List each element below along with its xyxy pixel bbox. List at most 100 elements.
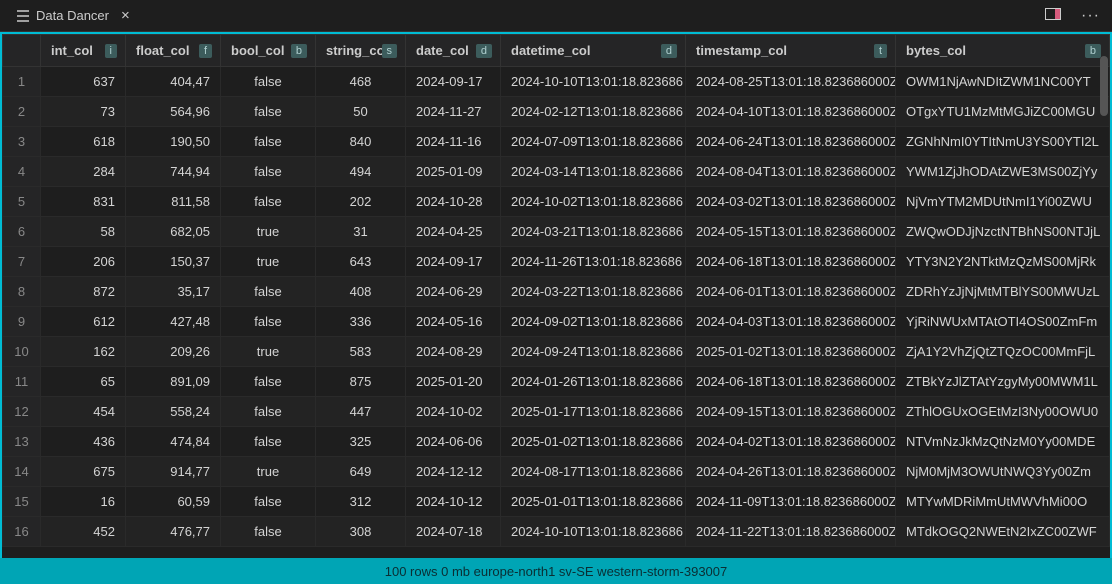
cell-bytes_col[interactable]: YjRiNWUxMTAtOTI4OS00ZmFm	[896, 307, 1110, 337]
cell-bytes_col[interactable]: ZDRhYzJjNjMtMTBlYS00MWUzL	[896, 277, 1110, 307]
cell-int_col[interactable]: 452	[41, 517, 126, 547]
cell-datetime_col[interactable]: 2024-03-21T13:01:18.823686	[501, 217, 686, 247]
cell-bytes_col[interactable]: NTVmNzJkMzQtNzM0Yy00MDE	[896, 427, 1110, 457]
more-icon[interactable]: ···	[1077, 5, 1104, 27]
cell-string_col[interactable]: 31	[316, 217, 406, 247]
cell-string_col[interactable]: 468	[316, 67, 406, 97]
column-header-float_col[interactable]: float_colf	[126, 35, 221, 67]
cell-datetime_col[interactable]: 2024-08-17T13:01:18.823686	[501, 457, 686, 487]
cell-bool_col[interactable]: true	[221, 217, 316, 247]
column-header-bool_col[interactable]: bool_colb	[221, 35, 316, 67]
column-header-date_col[interactable]: date_cold	[406, 35, 501, 67]
cell-date_col[interactable]: 2024-09-17	[406, 67, 501, 97]
cell-float_col[interactable]: 209,26	[126, 337, 221, 367]
cell-datetime_col[interactable]: 2024-09-24T13:01:18.823686	[501, 337, 686, 367]
cell-date_col[interactable]: 2024-05-16	[406, 307, 501, 337]
cell-bytes_col[interactable]: OTgxYTU1MzMtMGJiZC00MGU	[896, 97, 1110, 127]
table-row[interactable]: 273564,96false502024-11-272024-02-12T13:…	[3, 97, 1110, 127]
cell-timestamp_col[interactable]: 2024-06-18T13:01:18.823686000Z	[686, 247, 896, 277]
table-row[interactable]: 3618190,50false8402024-11-162024-07-09T1…	[3, 127, 1110, 157]
cell-bool_col[interactable]: false	[221, 157, 316, 187]
cell-datetime_col[interactable]: 2025-01-17T13:01:18.823686	[501, 397, 686, 427]
cell-bool_col[interactable]: false	[221, 307, 316, 337]
cell-bytes_col[interactable]: NjM0MjM3OWUtNWQ3Yy00Zm	[896, 457, 1110, 487]
cell-timestamp_col[interactable]: 2024-08-25T13:01:18.823686000Z	[686, 67, 896, 97]
column-header-bytes_col[interactable]: bytes_colb	[896, 35, 1110, 67]
cell-string_col[interactable]: 583	[316, 337, 406, 367]
cell-datetime_col[interactable]: 2024-01-26T13:01:18.823686	[501, 367, 686, 397]
cell-string_col[interactable]: 494	[316, 157, 406, 187]
cell-bool_col[interactable]: true	[221, 247, 316, 277]
cell-float_col[interactable]: 914,77	[126, 457, 221, 487]
cell-float_col[interactable]: 682,05	[126, 217, 221, 247]
cell-bool_col[interactable]: false	[221, 277, 316, 307]
cell-timestamp_col[interactable]: 2024-05-15T13:01:18.823686000Z	[686, 217, 896, 247]
table-row[interactable]: 5831811,58false2022024-10-282024-10-02T1…	[3, 187, 1110, 217]
cell-timestamp_col[interactable]: 2024-06-18T13:01:18.823686000Z	[686, 367, 896, 397]
cell-float_col[interactable]: 35,17	[126, 277, 221, 307]
cell-int_col[interactable]: 831	[41, 187, 126, 217]
table-row[interactable]: 887235,17false4082024-06-292024-03-22T13…	[3, 277, 1110, 307]
cell-string_col[interactable]: 50	[316, 97, 406, 127]
cell-date_col[interactable]: 2024-10-12	[406, 487, 501, 517]
cell-string_col[interactable]: 202	[316, 187, 406, 217]
cell-bool_col[interactable]: true	[221, 457, 316, 487]
cell-bool_col[interactable]: true	[221, 337, 316, 367]
cell-timestamp_col[interactable]: 2025-01-02T13:01:18.823686000Z	[686, 337, 896, 367]
cell-date_col[interactable]: 2024-11-27	[406, 97, 501, 127]
cell-int_col[interactable]: 73	[41, 97, 126, 127]
cell-date_col[interactable]: 2024-10-02	[406, 397, 501, 427]
cell-timestamp_col[interactable]: 2024-11-22T13:01:18.823686000Z	[686, 517, 896, 547]
cell-int_col[interactable]: 612	[41, 307, 126, 337]
cell-datetime_col[interactable]: 2024-10-10T13:01:18.823686	[501, 67, 686, 97]
cell-bytes_col[interactable]: ZjA1Y2VhZjQtZTQzOC00MmFjL	[896, 337, 1110, 367]
cell-date_col[interactable]: 2024-09-17	[406, 247, 501, 277]
cell-bytes_col[interactable]: ZGNhNmI0YTItNmU3YS00YTI2L	[896, 127, 1110, 157]
cell-datetime_col[interactable]: 2025-01-02T13:01:18.823686	[501, 427, 686, 457]
cell-date_col[interactable]: 2024-11-16	[406, 127, 501, 157]
table-row[interactable]: 658682,05true312024-04-252024-03-21T13:0…	[3, 217, 1110, 247]
cell-bool_col[interactable]: false	[221, 397, 316, 427]
cell-timestamp_col[interactable]: 2024-11-09T13:01:18.823686000Z	[686, 487, 896, 517]
cell-float_col[interactable]: 60,59	[126, 487, 221, 517]
cell-date_col[interactable]: 2024-06-06	[406, 427, 501, 457]
cell-float_col[interactable]: 150,37	[126, 247, 221, 277]
cell-bool_col[interactable]: false	[221, 517, 316, 547]
table-row[interactable]: 151660,59false3122024-10-122025-01-01T13…	[3, 487, 1110, 517]
table-row[interactable]: 9612427,48false3362024-05-162024-09-02T1…	[3, 307, 1110, 337]
table-row[interactable]: 16452476,77false3082024-07-182024-10-10T…	[3, 517, 1110, 547]
cell-bool_col[interactable]: false	[221, 487, 316, 517]
table-row[interactable]: 12454558,24false4472024-10-022025-01-17T…	[3, 397, 1110, 427]
table-row[interactable]: 13436474,84false3252024-06-062025-01-02T…	[3, 427, 1110, 457]
cell-float_col[interactable]: 427,48	[126, 307, 221, 337]
cell-bytes_col[interactable]: ZTBkYzJlZTAtYzgyMy00MWM1L	[896, 367, 1110, 397]
panel-toggle-icon[interactable]	[1041, 6, 1065, 25]
cell-date_col[interactable]: 2024-10-28	[406, 187, 501, 217]
cell-int_col[interactable]: 454	[41, 397, 126, 427]
cell-bytes_col[interactable]: OWM1NjAwNDItZWM1NC00YT	[896, 67, 1110, 97]
cell-bool_col[interactable]: false	[221, 187, 316, 217]
cell-bool_col[interactable]: false	[221, 427, 316, 457]
cell-timestamp_col[interactable]: 2024-04-02T13:01:18.823686000Z	[686, 427, 896, 457]
cell-int_col[interactable]: 65	[41, 367, 126, 397]
cell-datetime_col[interactable]: 2024-03-14T13:01:18.823686	[501, 157, 686, 187]
cell-datetime_col[interactable]: 2024-10-10T13:01:18.823686	[501, 517, 686, 547]
cell-int_col[interactable]: 206	[41, 247, 126, 277]
cell-int_col[interactable]: 436	[41, 427, 126, 457]
cell-timestamp_col[interactable]: 2024-04-03T13:01:18.823686000Z	[686, 307, 896, 337]
cell-bytes_col[interactable]: ZWQwODJjNzctNTBhNS00NTJjL	[896, 217, 1110, 247]
cell-int_col[interactable]: 675	[41, 457, 126, 487]
cell-float_col[interactable]: 558,24	[126, 397, 221, 427]
column-header-int_col[interactable]: int_coli	[41, 35, 126, 67]
cell-int_col[interactable]: 618	[41, 127, 126, 157]
cell-datetime_col[interactable]: 2024-07-09T13:01:18.823686	[501, 127, 686, 157]
column-header-timestamp_col[interactable]: timestamp_colt	[686, 35, 896, 67]
cell-string_col[interactable]: 649	[316, 457, 406, 487]
cell-datetime_col[interactable]: 2024-11-26T13:01:18.823686	[501, 247, 686, 277]
cell-string_col[interactable]: 643	[316, 247, 406, 277]
cell-date_col[interactable]: 2025-01-09	[406, 157, 501, 187]
table-row[interactable]: 4284744,94false4942025-01-092024-03-14T1…	[3, 157, 1110, 187]
cell-bytes_col[interactable]: MTYwMDRiMmUtMWVhMi00O	[896, 487, 1110, 517]
vertical-scrollbar[interactable]	[1100, 56, 1108, 116]
cell-float_col[interactable]: 891,09	[126, 367, 221, 397]
